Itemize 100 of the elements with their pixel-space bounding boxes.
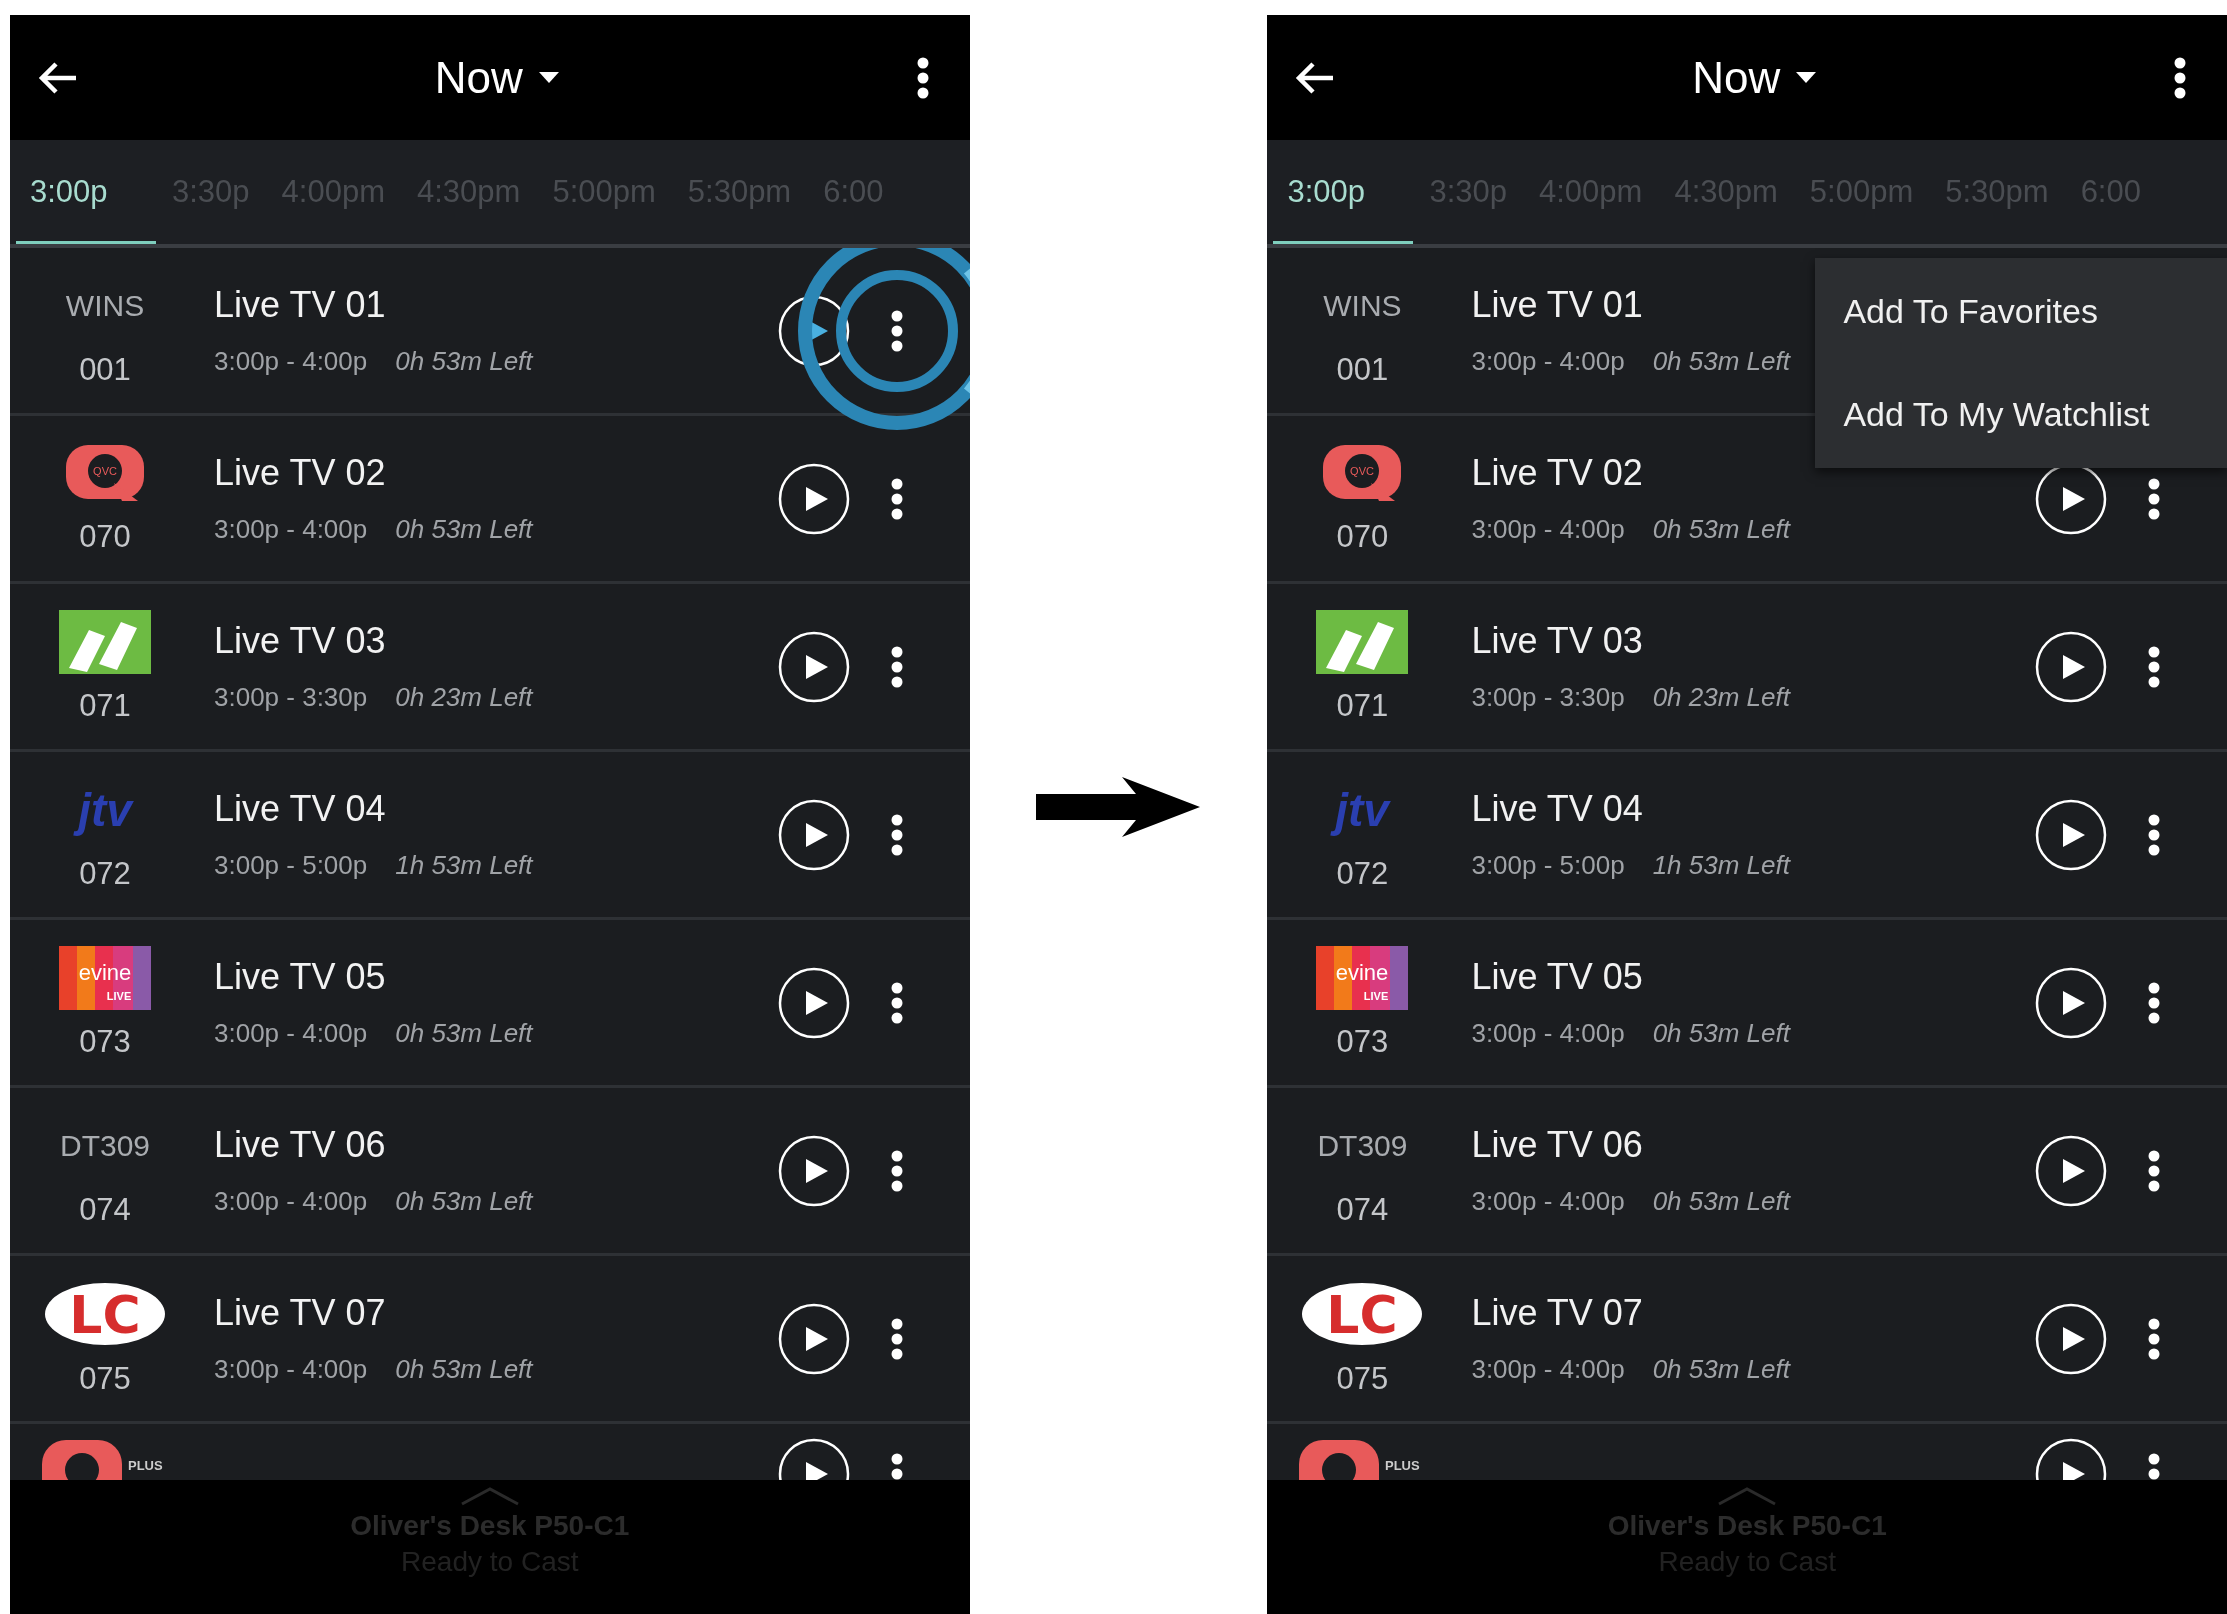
more-options-icon[interactable]	[889, 1316, 904, 1361]
more-options-icon[interactable]	[889, 644, 904, 689]
program-title: Live TV 02	[214, 452, 386, 494]
play-button[interactable]	[777, 1302, 850, 1375]
program-time: 3:00p - 4:00p	[1471, 1018, 1625, 1049]
play-button[interactable]	[2035, 798, 2107, 871]
time-remaining: 0h 53m Left	[1652, 1354, 1790, 1385]
time-filter-dropdown[interactable]: Now	[434, 52, 559, 103]
channel-logo: evine LIVE	[59, 945, 151, 1010]
time-remaining: 0h 53m Left	[395, 514, 533, 545]
program-time: 3:00p - 3:30p	[1471, 682, 1625, 713]
program-time: 3:00p - 4:00p	[1471, 1354, 1625, 1385]
time-remaining: 0h 53m Left	[1652, 1018, 1790, 1049]
overflow-menu-icon[interactable]	[2173, 55, 2187, 100]
menu-item[interactable]: Add To Favorites	[1843, 292, 2227, 331]
program-title: Live TV 06	[214, 1124, 386, 1166]
time-slot-tab[interactable]: 3:00p	[1273, 142, 1414, 244]
channel-callsign: WINS	[1323, 287, 1402, 324]
menu-item[interactable]: Add To My Watchlist	[1843, 395, 2227, 434]
more-options-icon[interactable]	[2147, 1148, 2161, 1193]
program-time: 3:00p - 5:00p	[214, 850, 368, 881]
time-remaining: 0h 53m Left	[1652, 1186, 1790, 1217]
program-title: Live TV 07	[214, 1292, 386, 1334]
program-title: Live TV 01	[214, 284, 386, 326]
program-time: 3:00p - 4:00p	[1471, 346, 1625, 377]
channel-number: 071	[79, 687, 131, 724]
channel-number: 074	[1336, 1191, 1389, 1228]
time-remaining: 1h 53m Left	[1652, 850, 1790, 881]
time-filter-dropdown[interactable]: Now	[1692, 52, 1817, 103]
caret-down-icon	[538, 71, 559, 84]
more-options-icon[interactable]	[2147, 644, 2161, 689]
back-arrow-icon[interactable]	[1295, 59, 1336, 96]
play-button[interactable]	[777, 462, 850, 535]
play-button[interactable]	[777, 966, 850, 1039]
channel-logo: LC	[43, 1280, 167, 1347]
channel-callsign: DT309	[59, 1127, 150, 1164]
play-button[interactable]	[777, 1134, 850, 1207]
channel-logo: jtv	[1316, 777, 1409, 842]
play-button[interactable]	[777, 630, 850, 703]
time-remaining: 0h 23m Left	[395, 682, 533, 713]
program-time: 3:00p - 4:00p	[214, 514, 368, 545]
program-title: Live TV 04	[214, 788, 386, 830]
program-time: 3:00p - 4:00p	[214, 346, 368, 377]
channel-logo: evine LIVE	[1316, 945, 1409, 1010]
more-options-icon[interactable]	[889, 812, 904, 857]
program-title: Live TV 07	[1471, 1292, 1643, 1334]
time-remaining: 0h 53m Left	[1652, 514, 1790, 545]
play-button[interactable]	[2035, 1134, 2107, 1207]
channel-number: 072	[1336, 855, 1389, 892]
more-options-icon[interactable]	[889, 1148, 904, 1193]
more-options-icon[interactable]	[2147, 1316, 2161, 1361]
time-remaining: 0h 53m Left	[1652, 346, 1790, 377]
more-options-icon[interactable]	[889, 980, 904, 1025]
play-button[interactable]	[2035, 630, 2107, 703]
program-time: 3:00p - 4:00p	[214, 1354, 368, 1385]
channel-number: 073	[1336, 1023, 1389, 1060]
more-options-icon[interactable]	[2147, 476, 2161, 521]
back-arrow-icon[interactable]	[38, 59, 78, 96]
program-title: Live TV 05	[214, 956, 386, 998]
time-remaining: 0h 53m Left	[395, 346, 533, 377]
time-remaining: 0h 23m Left	[1652, 682, 1790, 713]
program-time: 3:00p - 4:00p	[1471, 1186, 1625, 1217]
program-title: Live TV 03	[214, 620, 386, 662]
program-title: Live TV 06	[1471, 1124, 1643, 1166]
time-remaining: 0h 53m Left	[395, 1018, 533, 1049]
time-slot-tab[interactable]: 3:00p	[16, 142, 156, 244]
channel-number: 075	[79, 1360, 131, 1397]
program-title: Live TV 03	[1471, 620, 1643, 662]
program-title: Live TV 04	[1471, 788, 1643, 830]
channel-number: 075	[1336, 1360, 1389, 1397]
program-title: Live TV 01	[1471, 284, 1643, 326]
time-remaining: 1h 53m Left	[395, 850, 533, 881]
right-arrow-icon	[1036, 777, 1201, 837]
caret-down-icon	[1796, 71, 1817, 84]
overflow-menu-icon[interactable]	[915, 55, 930, 100]
program-time: 3:00p - 5:00p	[1471, 850, 1625, 881]
channel-number: 071	[1336, 687, 1389, 724]
channel-number: 070	[79, 518, 131, 555]
channel-logo: LC	[1300, 1280, 1425, 1347]
channel-number: 070	[1336, 518, 1389, 555]
program-time: 3:00p - 4:00p	[1471, 514, 1625, 545]
play-button[interactable]	[2035, 966, 2107, 1039]
program-time: 3:00p - 4:00p	[214, 1186, 368, 1217]
program-time: 3:00p - 4:00p	[214, 1018, 368, 1049]
channel-number: 001	[1336, 351, 1389, 388]
time-remaining: 0h 53m Left	[395, 1354, 533, 1385]
play-button[interactable]	[777, 294, 850, 367]
channel-logo: jtv	[59, 777, 151, 842]
program-title: Live TV 02	[1471, 452, 1643, 494]
more-options-icon[interactable]	[2147, 980, 2161, 1025]
program-title: Live TV 05	[1471, 956, 1643, 998]
program-time: 3:00p - 3:30p	[214, 682, 368, 713]
play-button[interactable]	[777, 798, 850, 871]
more-options-icon[interactable]	[889, 308, 904, 353]
more-options-icon[interactable]	[2147, 812, 2161, 857]
play-button[interactable]	[2035, 1302, 2107, 1375]
channel-callsign: DT309	[1317, 1127, 1408, 1164]
more-options-icon[interactable]	[889, 476, 904, 521]
channel-callsign: WINS	[65, 287, 145, 324]
channel-number: 072	[79, 855, 131, 892]
